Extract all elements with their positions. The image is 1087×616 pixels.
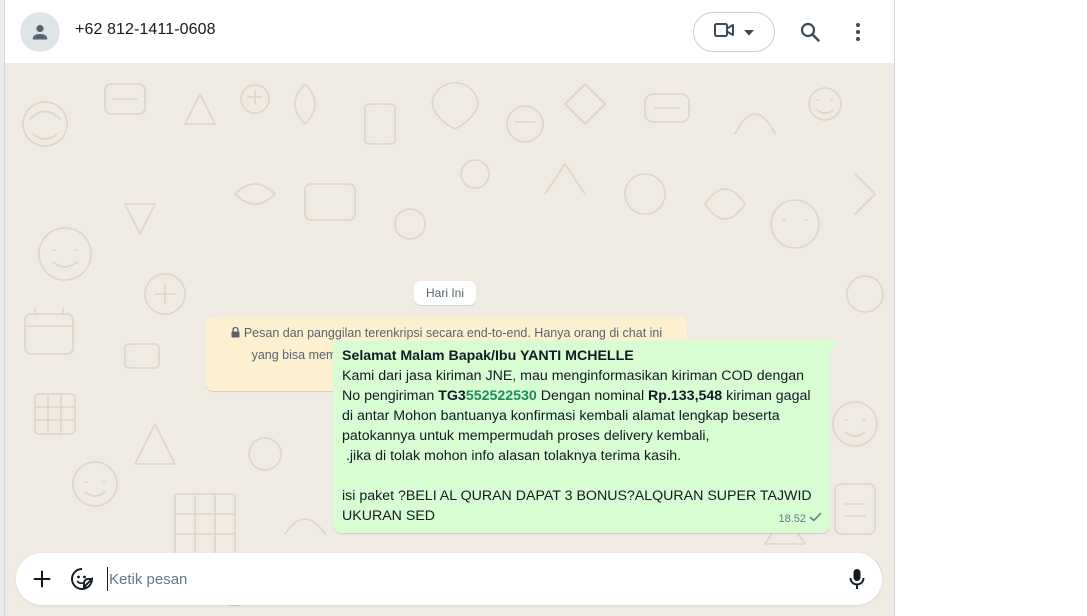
video-camera-icon bbox=[714, 22, 734, 43]
message-line: UKURAN SED bbox=[342, 508, 436, 524]
cod-amount: Rp.133,548 bbox=[648, 388, 723, 404]
message-text: No pengiriman bbox=[342, 388, 439, 404]
bubble-tail bbox=[830, 340, 838, 353]
tracking-prefix: TG3 bbox=[438, 388, 466, 404]
message-time: 18.52 bbox=[778, 513, 806, 525]
message-meta: 18.52 bbox=[778, 509, 822, 529]
message-line: di antar Mohon bantuanya konfirmasi kemb… bbox=[342, 408, 780, 424]
caret-down-icon bbox=[744, 23, 754, 41]
contact-name[interactable]: +62 812-1411-0608 bbox=[75, 21, 216, 39]
message-text: kiriman gagal bbox=[722, 388, 811, 404]
video-call-button[interactable] bbox=[693, 12, 775, 52]
message-input[interactable] bbox=[107, 567, 827, 591]
lock-icon bbox=[231, 324, 240, 345]
message-line: No pengiriman TG3552522530 Dengan nomina… bbox=[342, 386, 821, 406]
plus-icon[interactable] bbox=[29, 566, 55, 592]
message-line: patokannya untuk mempermudah proses deli… bbox=[342, 428, 710, 444]
message-line: isi paket ?BELI AL QURAN DAPAT 3 BONUS?A… bbox=[342, 488, 812, 504]
microphone-icon[interactable] bbox=[844, 566, 870, 592]
outgoing-message[interactable]: Selamat Malam Bapak/Ibu YANTI MCHELLE Ka… bbox=[333, 340, 838, 533]
message-composer bbox=[16, 553, 882, 605]
chat-header: +62 812-1411-0608 bbox=[5, 0, 894, 64]
message-greeting: Selamat Malam Bapak/Ibu YANTI MCHELLE bbox=[342, 348, 634, 364]
message-text: Dengan nominal bbox=[536, 388, 649, 404]
person-icon[interactable] bbox=[20, 12, 60, 52]
date-divider: Hari Ini bbox=[414, 281, 477, 305]
message-list[interactable]: Hari Ini Pesan dan panggilan terenkripsi… bbox=[5, 64, 894, 616]
sticker-icon[interactable] bbox=[69, 566, 95, 592]
more-vertical-icon[interactable] bbox=[842, 16, 874, 48]
single-check-icon bbox=[809, 509, 822, 529]
search-icon[interactable] bbox=[794, 16, 826, 48]
encryption-text-1: Pesan dan panggilan terenkripsi secara e… bbox=[243, 326, 663, 340]
message-blank-line bbox=[342, 466, 821, 486]
tracking-number-link[interactable]: TG3552522530 bbox=[438, 388, 537, 404]
message-line: .jika di tolak mohon info alasan tolakny… bbox=[342, 448, 682, 464]
message-line: Kami dari jasa kiriman JNE, mau menginfo… bbox=[342, 368, 805, 384]
tracking-number: 552522530 bbox=[465, 388, 537, 404]
chat-window: +62 812-1411-0608 Hari Ini Pesan dan pan… bbox=[0, 0, 895, 616]
window-edge bbox=[0, 0, 5, 616]
